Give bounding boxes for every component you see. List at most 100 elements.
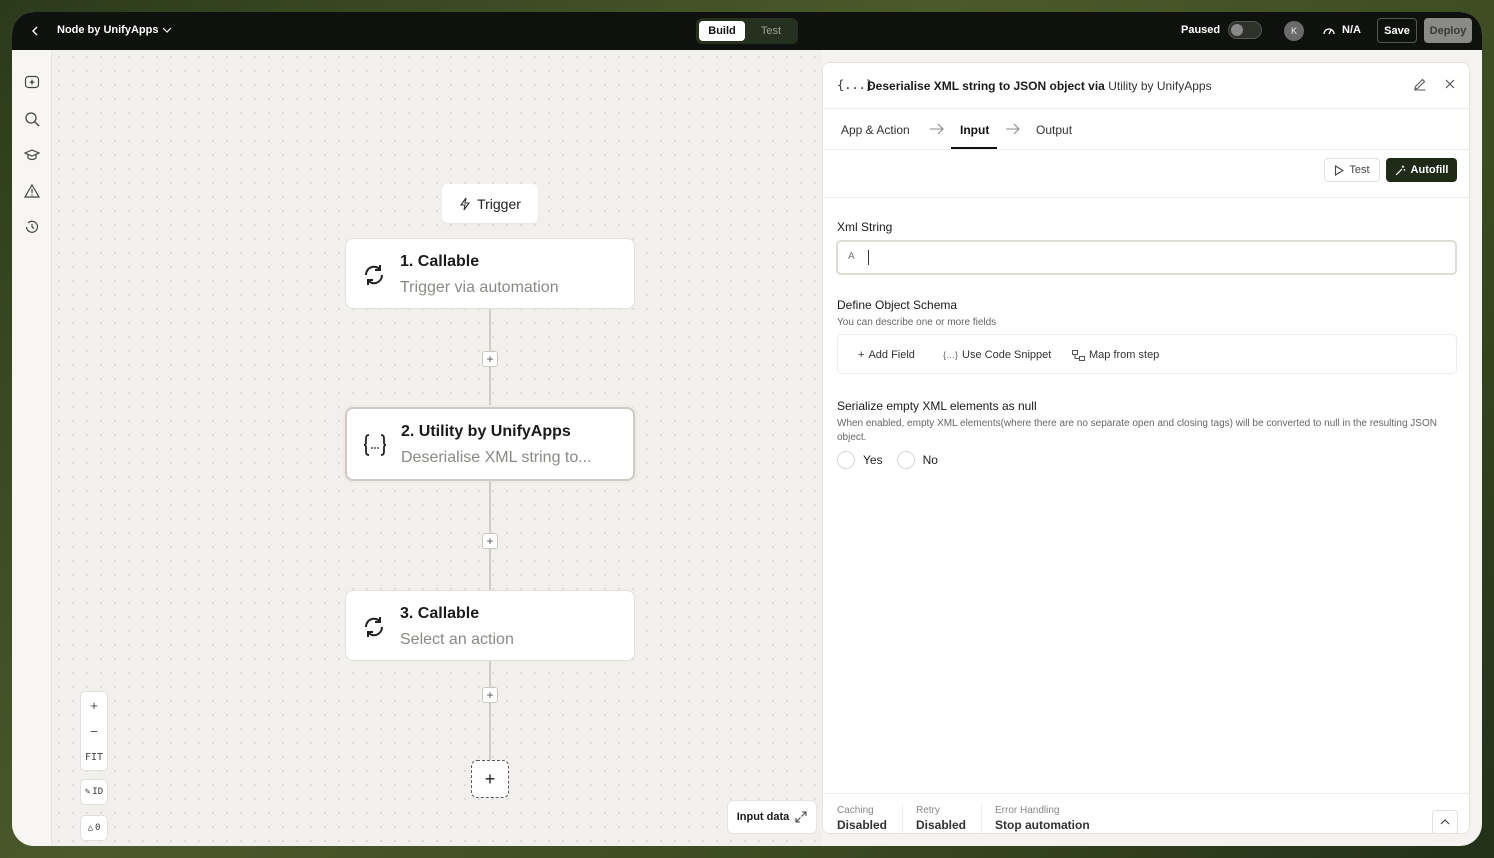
workflow-node-2[interactable]: 2. Utility by UnifyApps Deserialise XML …	[345, 407, 635, 481]
warning-count: 0	[95, 823, 101, 833]
save-button[interactable]: Save	[1377, 18, 1417, 43]
toggle-knob	[1231, 24, 1243, 36]
text-caret	[868, 250, 869, 265]
zoom-out-button[interactable]: −	[81, 718, 107, 744]
app-window: Node by UnifyApps Build Test Paused K N/…	[12, 12, 1482, 846]
mode-toggle: Build Test	[696, 18, 798, 44]
chevron-down-icon	[163, 27, 172, 33]
add-field-button[interactable]: + Add Field	[858, 349, 915, 361]
left-rail	[12, 50, 52, 846]
connector-line	[489, 661, 491, 761]
autofill-button[interactable]: Autofill	[1386, 158, 1457, 182]
map-step-icon	[1072, 349, 1085, 361]
panel-footer: Caching Disabled Retry Disabled Error Ha…	[823, 793, 1469, 833]
add-step-button[interactable]: +	[482, 351, 498, 367]
fit-button[interactable]: FIT	[81, 744, 107, 770]
sync-icon	[360, 613, 388, 641]
caching-value: Disabled	[837, 818, 888, 832]
use-code-snippet-label: Use Code Snippet	[962, 349, 1052, 361]
add-step-button[interactable]: +	[482, 687, 498, 703]
workflow-node-1[interactable]: 1. Callable Trigger via automation	[345, 238, 635, 309]
speed-value: N/A	[1342, 24, 1361, 36]
braces-icon: {…}	[943, 350, 959, 360]
xml-string-input[interactable]: A	[836, 240, 1457, 275]
use-code-snippet-button[interactable]: {…} Use Code Snippet	[943, 349, 1051, 361]
schema-label: Define Object Schema	[837, 298, 958, 312]
build-mode-button[interactable]: Build	[699, 21, 745, 41]
input-data-button[interactable]: Input data	[727, 800, 817, 834]
show-ids-button[interactable]: ✎ ID	[80, 779, 108, 805]
id-label: ID	[92, 787, 104, 797]
tab-input[interactable]: Input	[960, 123, 989, 137]
magic-wand-icon	[1395, 165, 1405, 175]
tag-icon: ✎	[84, 787, 91, 797]
serialize-null-label: Serialize empty XML elements as null	[837, 399, 1037, 413]
radio-yes-label: Yes	[863, 453, 883, 467]
node-subtitle: Deserialise XML string to...	[401, 449, 592, 466]
panel-title-main: Deserialise XML string to JSON object vi…	[867, 79, 1105, 93]
caching-label: Caching	[837, 805, 874, 816]
project-name-dropdown[interactable]: Node by UnifyApps	[57, 24, 172, 36]
search-icon[interactable]	[23, 110, 41, 128]
node-title: 2. Utility by UnifyApps	[401, 423, 571, 440]
schema-actions: + Add Field {…} Use Code Snippet Map fro…	[837, 334, 1457, 374]
node-subtitle: Select an action	[400, 631, 514, 648]
workflow-canvas[interactable]: Trigger 1. Callable Trigger via automati…	[52, 50, 822, 846]
retry-value: Disabled	[916, 818, 967, 832]
graduation-cap-icon[interactable]	[23, 146, 41, 164]
panel-title-app: Utility by UnifyApps	[1108, 79, 1212, 93]
xml-string-label: Xml String	[837, 220, 893, 234]
add-field-label: Add Field	[868, 349, 915, 361]
chevron-up-icon[interactable]	[1432, 810, 1458, 833]
warning-icon[interactable]	[23, 182, 41, 200]
serialize-null-description: When enabled, empty XML elements(where t…	[837, 418, 1437, 443]
radio-yes[interactable]	[837, 451, 855, 469]
node-title: 3. Callable	[400, 605, 480, 622]
map-from-step-button[interactable]: Map from step	[1072, 349, 1159, 361]
lightning-icon	[460, 197, 471, 210]
paused-label: Paused	[1181, 24, 1221, 36]
ai-sparkle-icon[interactable]	[23, 74, 41, 92]
panel-header: {...} Deserialise XML string to JSON obj…	[823, 63, 1469, 109]
panel-toolbar: Test Autofill	[823, 150, 1469, 198]
serialize-null-options: Yes No	[837, 451, 938, 469]
zoom-in-button[interactable]: +	[81, 692, 107, 718]
speed-indicator[interactable]: N/A	[1322, 24, 1361, 36]
tab-output[interactable]: Output	[1036, 123, 1072, 137]
test-mode-button[interactable]: Test	[749, 21, 793, 41]
gauge-icon	[1323, 28, 1335, 35]
zoom-controls: + − FIT	[80, 691, 108, 771]
radio-no[interactable]	[896, 451, 915, 469]
deploy-button[interactable]: Deploy	[1424, 18, 1472, 43]
back-icon[interactable]	[26, 22, 44, 40]
footer-divider	[902, 804, 903, 833]
caching-setting[interactable]: Caching Disabled	[837, 805, 887, 832]
arrow-right-icon	[1006, 123, 1020, 135]
sync-icon	[360, 261, 388, 289]
trigger-label: Trigger	[477, 195, 521, 212]
schema-description: You can describe one or more fields	[837, 317, 997, 328]
add-step-button[interactable]: +	[482, 533, 498, 549]
panel-tabs: App & Action Input Output	[823, 109, 1469, 150]
workflow-node-3[interactable]: 3. Callable Select an action	[345, 590, 635, 661]
test-step-button[interactable]: Test	[1324, 158, 1380, 182]
avatar[interactable]: K	[1284, 21, 1304, 41]
input-data-label: Input data	[736, 811, 790, 823]
play-icon	[1335, 164, 1345, 176]
error-handling-setting[interactable]: Error Handling Stop automation	[995, 805, 1090, 832]
arrow-right-icon	[930, 123, 944, 135]
add-final-step-button[interactable]: +	[471, 760, 509, 798]
retry-setting[interactable]: Retry Disabled	[916, 805, 966, 832]
close-icon[interactable]	[1443, 77, 1459, 93]
map-from-step-label: Map from step	[1089, 349, 1160, 361]
test-label: Test	[1349, 164, 1370, 176]
paused-toggle[interactable]	[1228, 21, 1262, 39]
warning-small-icon: △	[87, 823, 93, 833]
autofill-label: Autofill	[1410, 164, 1449, 176]
trigger-button[interactable]: Trigger	[442, 184, 538, 223]
warnings-button[interactable]: △ 0	[80, 815, 108, 841]
text-type-icon: A	[848, 251, 855, 262]
tab-app-action[interactable]: App & Action	[841, 123, 910, 137]
history-icon[interactable]	[23, 218, 41, 236]
edit-icon[interactable]	[1413, 77, 1429, 93]
